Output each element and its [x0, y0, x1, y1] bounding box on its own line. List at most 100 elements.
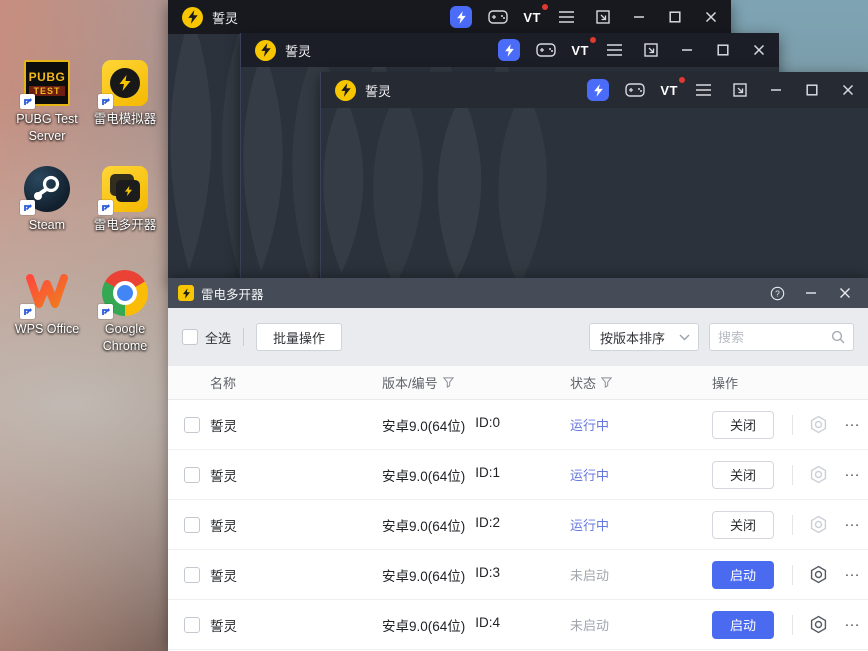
maximize-icon[interactable] [801, 79, 822, 101]
minimize-icon[interactable] [628, 6, 649, 28]
gamepad-icon[interactable] [535, 39, 556, 61]
actions-divider [792, 514, 793, 535]
boost-icon[interactable] [450, 6, 473, 28]
more-icon[interactable]: … [844, 413, 861, 436]
ld-multiopener-icon [98, 166, 148, 215]
ld-logo-icon [255, 39, 276, 61]
boost-icon[interactable] [587, 79, 610, 101]
shortcut-arrow-icon [98, 304, 113, 319]
desktop-wallpaper: PUBG TEST PUBG Test Server 雷电模拟器 Steam 雷… [0, 0, 868, 651]
minimize-icon[interactable] [765, 79, 786, 101]
instance-row: 誓灵 安卓9.0(64位) ID:4 未启动 启动 … [168, 600, 868, 650]
desktop-icon-label: 雷电多开器 [93, 218, 157, 232]
row-checkbox[interactable] [184, 566, 200, 583]
gear-icon[interactable] [809, 515, 828, 534]
desktop-icon-google-chrome[interactable]: Google Chrome [84, 270, 166, 355]
instance-list: 誓灵 安卓9.0(64位) ID:0 运行中 关闭 … 誓灵 安卓9.0(64位)… [168, 400, 868, 651]
menu-icon[interactable] [693, 79, 714, 101]
toggle-instance-button[interactable]: 启动 [712, 560, 774, 589]
boost-icon[interactable] [498, 39, 521, 61]
search-input[interactable] [718, 329, 831, 345]
filter-icon[interactable] [442, 377, 454, 388]
gear-icon[interactable] [809, 565, 828, 584]
more-icon[interactable]: … [844, 563, 861, 586]
row-checkbox[interactable] [184, 616, 200, 633]
desktop-icon-steam[interactable]: Steam [6, 166, 88, 234]
select-all-checkbox[interactable] [182, 329, 198, 345]
desktop-icon-ldplayer[interactable]: 雷电模拟器 [84, 60, 166, 128]
header-name: 名称 [210, 376, 237, 391]
multiwindow-icon[interactable] [729, 79, 750, 101]
ld-logo-icon [178, 285, 194, 301]
vt-badge[interactable]: VT [571, 37, 596, 61]
actions-divider [792, 614, 793, 635]
help-icon[interactable]: ? [760, 278, 794, 308]
instance-version: 安卓9.0(64位) ID:3 [382, 564, 501, 584]
more-icon[interactable]: … [844, 513, 861, 536]
row-checkbox[interactable] [184, 466, 200, 483]
close-icon[interactable] [700, 6, 721, 28]
menu-icon[interactable] [556, 6, 577, 28]
close-icon[interactable] [748, 39, 769, 61]
emulator-titlebar[interactable]: 誓灵 VT [241, 33, 779, 67]
row-actions: 关闭 … [712, 510, 861, 539]
minimize-icon[interactable] [676, 39, 697, 61]
pubg-icon: PUBG TEST [20, 60, 70, 109]
multi-opener-window: 雷电多开器 ? 全选 批量操作 按版本排序 搜索 名称 版本/编号 状态 操作 … [168, 278, 868, 651]
window-title: 誓灵 [212, 10, 239, 26]
instance-name: 誓灵 [210, 468, 237, 484]
shortcut-arrow-icon [20, 94, 35, 109]
status-badge: 运行中 [570, 518, 610, 533]
splash-pattern [323, 108, 547, 280]
emulator-titlebar[interactable]: 誓灵 VT [168, 0, 731, 34]
more-icon[interactable]: … [844, 463, 861, 486]
row-actions: 启动 … [712, 610, 861, 639]
multiwindow-icon[interactable] [640, 39, 661, 61]
multiwindow-icon[interactable] [592, 6, 613, 28]
maximize-icon[interactable] [664, 6, 685, 28]
desktop-icon-pubg-test-server[interactable]: PUBG TEST PUBG Test Server [6, 60, 88, 145]
desktop-icon-label: Steam [28, 218, 66, 232]
toggle-instance-button[interactable]: 关闭 [712, 510, 774, 539]
close-icon[interactable] [837, 79, 858, 101]
row-checkbox[interactable] [184, 516, 200, 533]
toggle-instance-button[interactable]: 关闭 [712, 410, 774, 439]
maximize-icon[interactable] [712, 39, 733, 61]
toggle-instance-button[interactable]: 启动 [712, 610, 774, 639]
instance-version: 安卓9.0(64位) ID:2 [382, 514, 501, 534]
gear-icon[interactable] [809, 415, 828, 434]
vt-badge[interactable]: VT [523, 4, 548, 28]
actions-divider [792, 464, 793, 485]
batch-operations-button[interactable]: 批量操作 [256, 323, 343, 351]
status-badge: 运行中 [570, 468, 610, 483]
row-actions: 启动 … [712, 560, 861, 589]
more-icon[interactable]: … [844, 613, 861, 636]
row-checkbox[interactable] [184, 416, 200, 433]
sort-dropdown[interactable]: 按版本排序 [589, 323, 699, 351]
ld-logo-icon [335, 79, 356, 101]
gamepad-icon[interactable] [624, 79, 645, 101]
close-icon[interactable] [828, 278, 862, 308]
ldplayer-icon [98, 60, 148, 109]
desktop-icon-label: 雷电模拟器 [93, 112, 157, 126]
header-action: 操作 [712, 376, 739, 391]
instance-row: 誓灵 安卓9.0(64位) ID:2 运行中 关闭 … [168, 500, 868, 550]
toggle-instance-button[interactable]: 关闭 [712, 460, 774, 489]
gamepad-icon[interactable] [487, 6, 508, 28]
gear-icon[interactable] [809, 615, 828, 634]
ld-logo-icon [182, 6, 203, 28]
search-icon [831, 330, 845, 344]
filter-icon[interactable] [601, 377, 613, 388]
desktop-icon-wps-office[interactable]: WPS Office [6, 270, 88, 338]
actions-divider [792, 564, 793, 585]
desktop-icon-ld-multiopener[interactable]: 雷电多开器 [84, 166, 166, 234]
emulator-window-3: 誓灵 VT [320, 72, 868, 280]
table-header: 名称 版本/编号 状态 操作 [168, 366, 868, 400]
manager-titlebar[interactable]: 雷电多开器 ? [168, 278, 868, 308]
vt-badge[interactable]: VT [660, 77, 685, 101]
minimize-icon[interactable] [794, 278, 828, 308]
desktop-icon-label: Google Chrome [102, 322, 148, 353]
menu-icon[interactable] [604, 39, 625, 61]
emulator-titlebar[interactable]: 誓灵 VT [321, 72, 868, 108]
gear-icon[interactable] [809, 465, 828, 484]
